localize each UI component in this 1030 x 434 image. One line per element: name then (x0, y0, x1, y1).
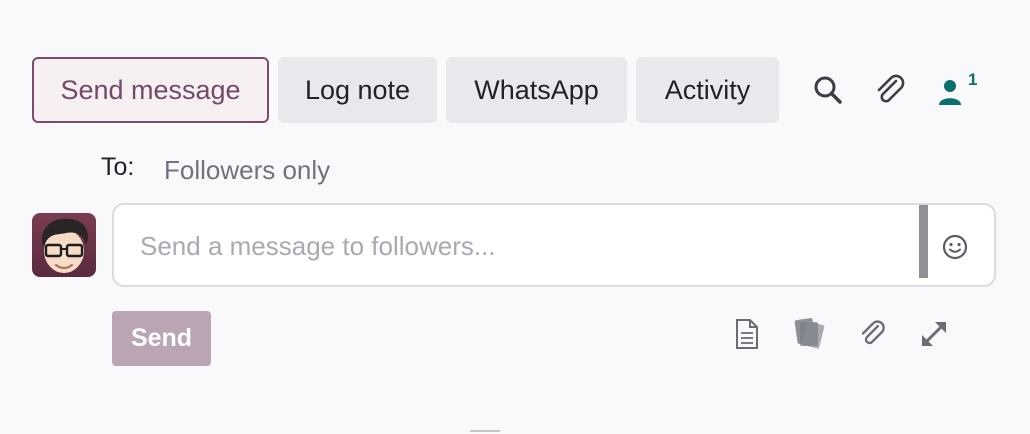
recipients-label: To: (101, 153, 135, 181)
followers-icon[interactable] (936, 78, 964, 106)
recipients-value: Followers only (164, 155, 331, 185)
search-icon[interactable] (812, 74, 844, 106)
tab-whatsapp[interactable]: WhatsApp (446, 57, 627, 123)
canned-responses-icon[interactable] (792, 316, 830, 352)
attachment-icon[interactable] (857, 318, 889, 350)
chatter-tabs: Send message Log note WhatsApp Activity (32, 57, 779, 123)
tab-send-message[interactable]: Send message (32, 57, 269, 123)
paperclip-icon[interactable] (872, 72, 908, 108)
message-composer (112, 203, 996, 287)
tab-activity[interactable]: Activity (636, 57, 779, 123)
document-icon[interactable] (733, 318, 761, 350)
message-input[interactable] (138, 225, 902, 267)
expand-icon[interactable] (918, 318, 950, 350)
avatar (32, 213, 96, 277)
emoji-icon[interactable] (940, 232, 970, 262)
tab-log-note[interactable]: Log note (278, 57, 437, 123)
follower-count: 1 (968, 70, 978, 89)
send-button[interactable]: Send (112, 311, 211, 366)
next-section-stub (470, 424, 520, 434)
composer-divider (919, 205, 928, 278)
